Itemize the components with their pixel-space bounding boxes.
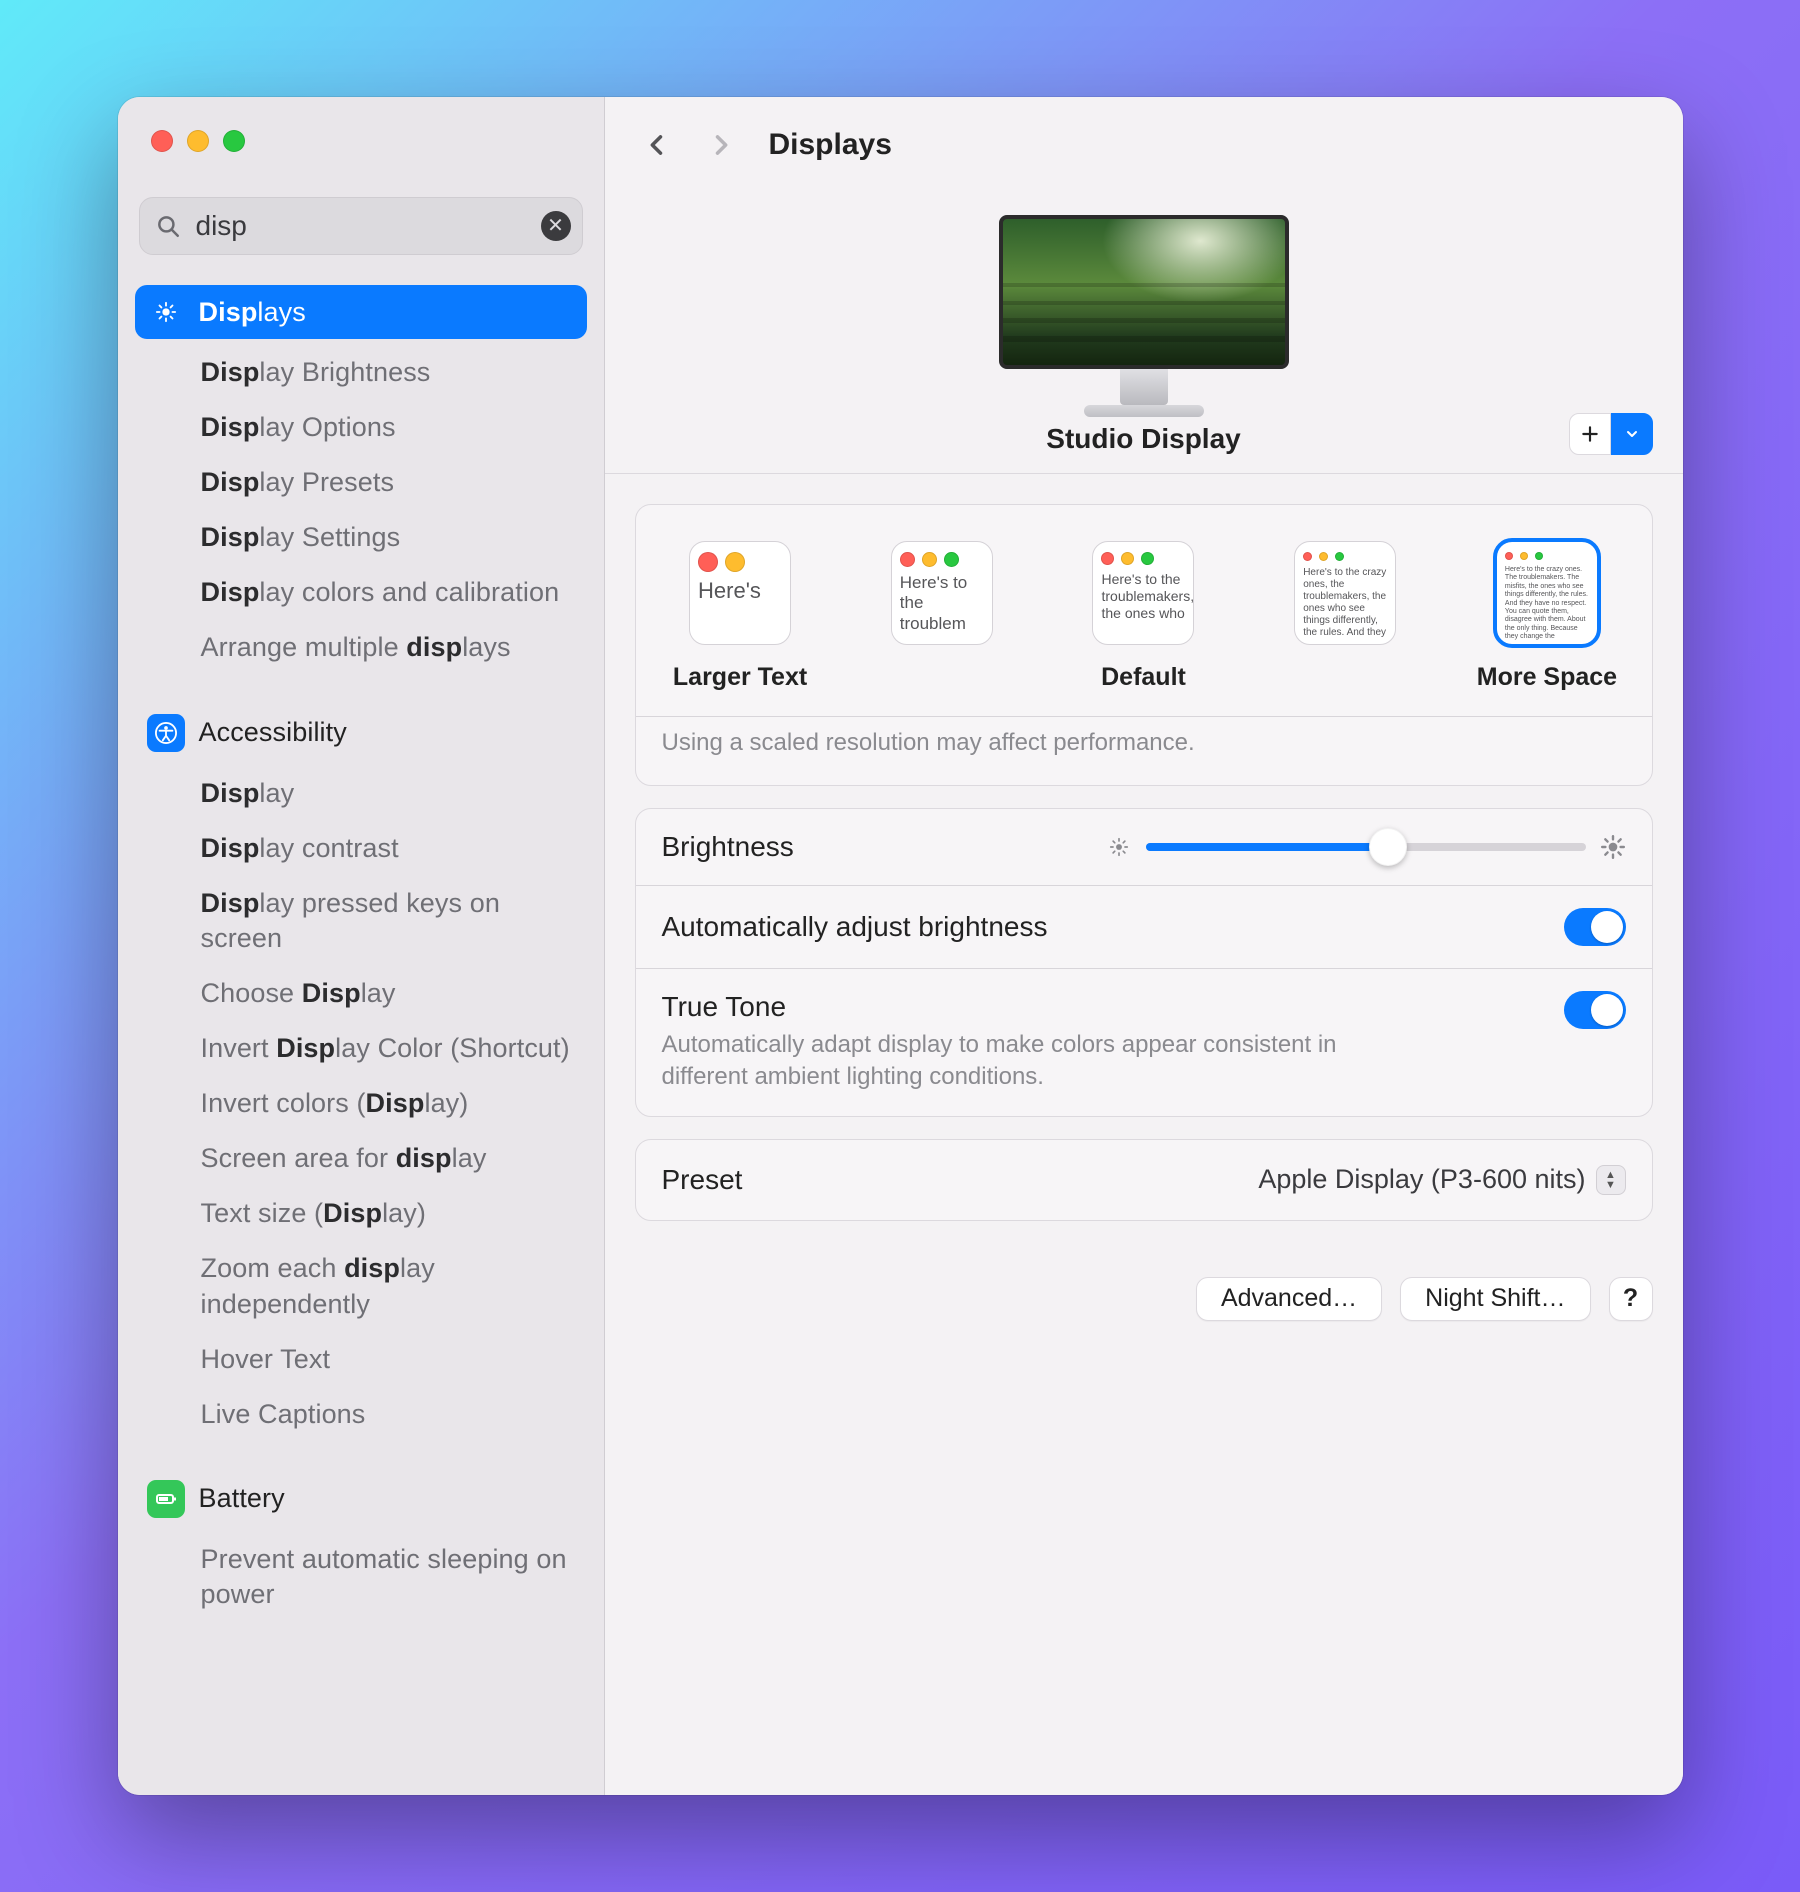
resolution-label: Larger Text bbox=[652, 663, 829, 692]
resolution-option[interactable]: Here's to the troublem bbox=[853, 541, 1030, 692]
truetone-switch[interactable] bbox=[1564, 991, 1626, 1029]
display-picker-button[interactable] bbox=[1611, 413, 1653, 455]
sun-icon bbox=[147, 293, 185, 331]
sidebar-section-label: Displays bbox=[199, 297, 306, 328]
back-button[interactable] bbox=[635, 123, 679, 167]
brightness-low-icon bbox=[1106, 834, 1132, 860]
sidebar-item[interactable]: Hover Text bbox=[191, 1332, 587, 1387]
resolution-thumb: Here's to the troublem bbox=[891, 541, 993, 645]
preset-label: Preset bbox=[662, 1164, 743, 1196]
auto-brightness-label: Automatically adjust brightness bbox=[662, 911, 1048, 943]
preset-card: Preset Apple Display (P3-600 nits) ▲▼ bbox=[635, 1139, 1653, 1221]
resolution-option[interactable]: Here's to the crazy ones, the troublemak… bbox=[1257, 541, 1434, 692]
preset-select[interactable]: Apple Display (P3-600 nits) ▲▼ bbox=[1258, 1164, 1625, 1195]
display-header: Studio Display bbox=[605, 193, 1683, 474]
brightness-slider[interactable] bbox=[1106, 834, 1626, 860]
add-display-button[interactable] bbox=[1569, 413, 1611, 455]
resolution-option[interactable]: Here's to the troublemakers, the ones wh… bbox=[1055, 541, 1232, 692]
sidebar-item[interactable]: Arrange multiple displays bbox=[191, 620, 587, 675]
sidebar-section-battery[interactable]: Battery bbox=[135, 1472, 587, 1526]
sidebar-section-label: Accessibility bbox=[199, 717, 347, 748]
sidebar-item[interactable]: Display contrast bbox=[191, 821, 587, 876]
sidebar-item[interactable]: Invert colors (Display) bbox=[191, 1076, 587, 1131]
main: Displays Studio Display bbox=[605, 97, 1683, 1795]
sidebar: ✕ Displays Display BrightnessDisplay Opti… bbox=[118, 97, 605, 1795]
resolution-note: Using a scaled resolution may affect per… bbox=[636, 716, 1652, 785]
resolution-option[interactable]: Here's to the crazy ones. The troublemak… bbox=[1458, 541, 1635, 692]
sidebar-item[interactable]: Display bbox=[191, 766, 587, 821]
truetone-desc: Automatically adapt display to make colo… bbox=[662, 1029, 1382, 1094]
window-controls bbox=[133, 97, 589, 162]
preset-value: Apple Display (P3-600 nits) bbox=[1258, 1164, 1585, 1195]
sidebar-item[interactable]: Prevent automatic sleeping on power bbox=[191, 1532, 587, 1622]
dropdown-stepper-icon: ▲▼ bbox=[1596, 1165, 1626, 1195]
resolution-label: More Space bbox=[1458, 663, 1635, 692]
sidebar-item[interactable]: Display Options bbox=[191, 400, 587, 455]
sidebar-item[interactable]: Text size (Display) bbox=[191, 1186, 587, 1241]
minimize-window-button[interactable] bbox=[187, 130, 209, 152]
battery-icon bbox=[147, 1480, 185, 1518]
brightness-row: Brightness bbox=[636, 809, 1652, 885]
search-field-wrap: ✕ bbox=[139, 197, 583, 255]
night-shift-label: Night Shift… bbox=[1425, 1284, 1565, 1313]
brightness-card: Brightness A bbox=[635, 808, 1653, 1117]
footer: Advanced… Night Shift… ? bbox=[635, 1277, 1653, 1321]
display-name: Studio Display bbox=[635, 423, 1653, 455]
brightness-track[interactable] bbox=[1146, 843, 1586, 851]
night-shift-button[interactable]: Night Shift… bbox=[1400, 1277, 1590, 1321]
settings-window: ✕ DisplaysDisplay BrightnessDisplay Opti… bbox=[118, 97, 1683, 1795]
display-preview bbox=[999, 215, 1289, 415]
resolution-thumb: Here's to the crazy ones. The troublemak… bbox=[1496, 541, 1598, 645]
sidebar-item[interactable]: Invert Display Color (Shortcut) bbox=[191, 1021, 587, 1076]
search-input[interactable] bbox=[139, 197, 583, 255]
resolution-label: Default bbox=[1055, 663, 1232, 692]
zoom-window-button[interactable] bbox=[223, 130, 245, 152]
advanced-button[interactable]: Advanced… bbox=[1196, 1277, 1382, 1321]
search-icon bbox=[155, 213, 181, 239]
brightness-high-icon bbox=[1600, 834, 1626, 860]
advanced-label: Advanced… bbox=[1221, 1284, 1357, 1313]
truetone-row: True Tone Automatically adapt display to… bbox=[636, 968, 1652, 1116]
resolution-thumb: Here's to the troublemakers, the ones wh… bbox=[1092, 541, 1194, 645]
sidebar-item[interactable]: Display Presets bbox=[191, 455, 587, 510]
display-preview-screen bbox=[999, 215, 1289, 369]
forward-button[interactable] bbox=[699, 123, 743, 167]
sidebar-item[interactable]: Live Captions bbox=[191, 1387, 587, 1442]
truetone-label: True Tone bbox=[662, 991, 1540, 1023]
brightness-label: Brightness bbox=[662, 831, 794, 863]
sidebar-section-displays[interactable]: Displays bbox=[135, 285, 587, 339]
auto-brightness-switch[interactable] bbox=[1564, 908, 1626, 946]
sidebar-section-label: Battery bbox=[199, 1483, 285, 1514]
preset-row: Preset Apple Display (P3-600 nits) ▲▼ bbox=[636, 1140, 1652, 1220]
accessibility-icon bbox=[147, 714, 185, 752]
content: Here's Larger Text Here's to the troublem H… bbox=[605, 474, 1683, 1795]
resolution-card: Here's Larger Text Here's to the troublem H… bbox=[635, 504, 1653, 786]
sidebar-item[interactable]: Display pressed keys on screen bbox=[191, 876, 587, 966]
sidebar-item[interactable]: Display Settings bbox=[191, 510, 587, 565]
page-title: Displays bbox=[769, 128, 892, 162]
toolbar: Displays bbox=[605, 97, 1683, 193]
resolution-thumb: Here's to the crazy ones, the troublemak… bbox=[1294, 541, 1396, 645]
resolution-option[interactable]: Here's Larger Text bbox=[652, 541, 829, 692]
resolution-thumb: Here's bbox=[689, 541, 791, 645]
sidebar-item[interactable]: Choose Display bbox=[191, 966, 587, 1021]
help-label: ? bbox=[1623, 1284, 1638, 1313]
sidebar-item[interactable]: Display Brightness bbox=[191, 345, 587, 400]
sidebar-item[interactable]: Screen area for display bbox=[191, 1131, 587, 1186]
sidebar-item[interactable]: Display colors and calibration bbox=[191, 565, 587, 620]
clear-search-button[interactable]: ✕ bbox=[541, 211, 571, 241]
sidebar-section-accessibility[interactable]: Accessibility bbox=[135, 706, 587, 760]
sidebar-item[interactable]: Zoom each display independently bbox=[191, 1241, 587, 1331]
help-button[interactable]: ? bbox=[1609, 1277, 1653, 1321]
close-window-button[interactable] bbox=[151, 130, 173, 152]
auto-brightness-row: Automatically adjust brightness bbox=[636, 885, 1652, 968]
